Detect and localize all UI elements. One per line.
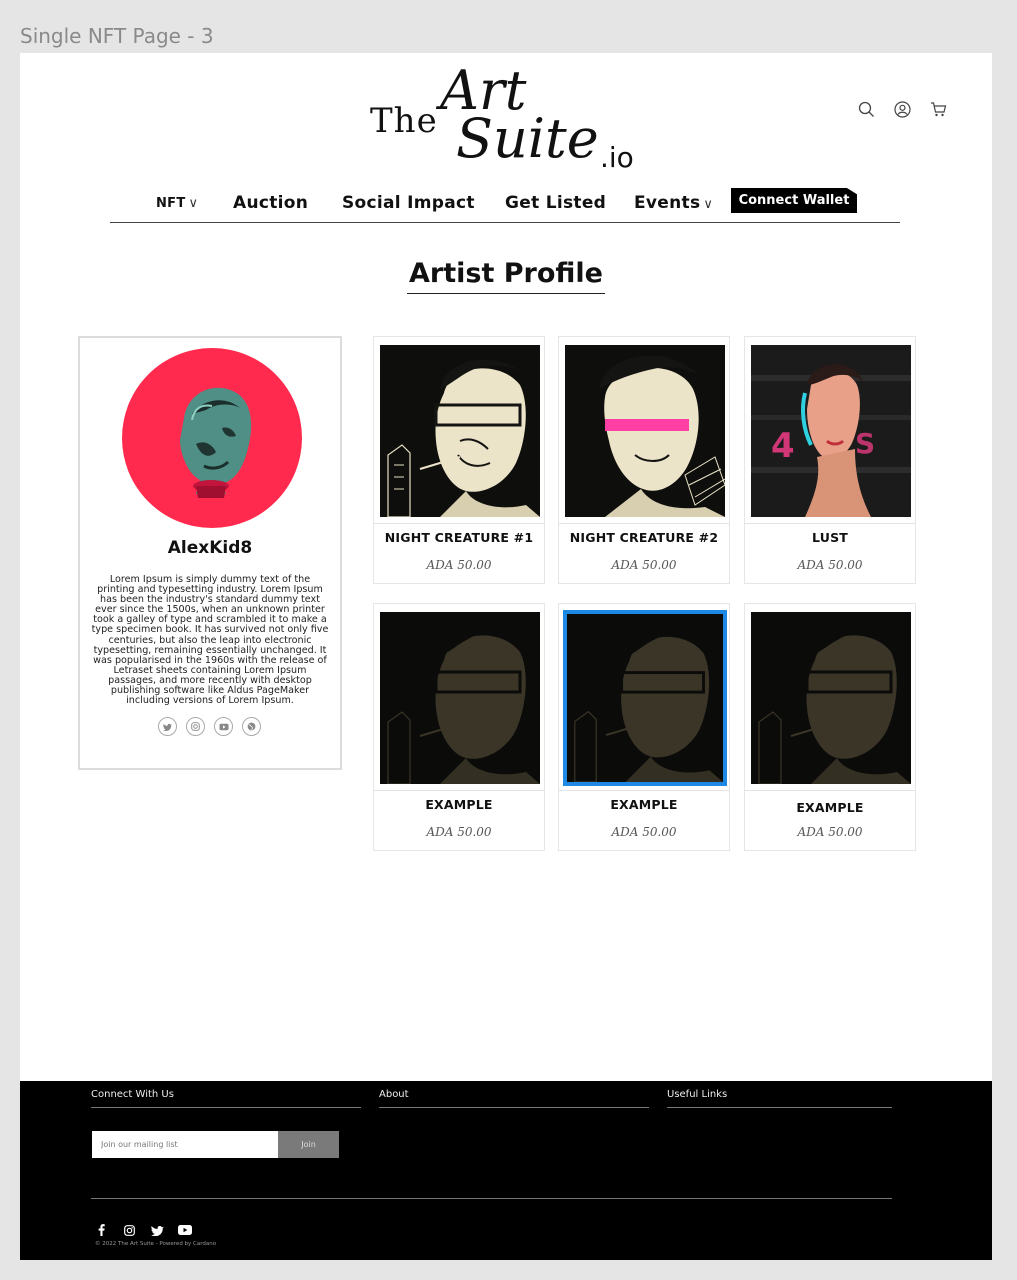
page-title: Artist Profile <box>20 258 992 294</box>
footer-heading-connect: Connect With Us <box>91 1089 361 1108</box>
footer-heading-about[interactable]: About <box>379 1089 649 1108</box>
logo-io: .io <box>600 141 634 174</box>
chevron-down-icon: ∨ <box>703 197 714 212</box>
nft-title: EXAMPLE <box>796 800 864 815</box>
youtube-icon[interactable] <box>214 717 233 736</box>
search-icon[interactable] <box>856 99 876 119</box>
nav-item-get-listed[interactable]: Get Listed <box>505 193 606 213</box>
nft-title: EXAMPLE <box>610 797 678 812</box>
twitter-icon[interactable] <box>150 1223 164 1237</box>
nft-title: EXAMPLE <box>425 797 493 812</box>
footer-socials <box>94 1223 192 1237</box>
nft-title: NIGHT CREATURE #2 <box>569 530 719 545</box>
svg-text:S: S <box>855 427 875 460</box>
footer-heading-useful-links[interactable]: Useful Links <box>667 1089 892 1108</box>
card-divider <box>559 523 729 524</box>
join-button[interactable]: Join <box>278 1131 339 1158</box>
nft-title: LUST <box>812 530 848 545</box>
page: The Art Suite .io NFT ∨ Auction Social Im… <box>20 53 992 1260</box>
page-title-text: Artist Profile <box>407 258 605 294</box>
nft-title: NIGHT CREATURE #1 <box>384 530 534 545</box>
globe-icon[interactable] <box>242 717 261 736</box>
main-nav: NFT ∨ Auction Social Impact Get Listed Ev… <box>110 187 900 223</box>
footer: Connect With Us About Useful Links Join … <box>20 1081 992 1260</box>
card-divider <box>745 790 915 791</box>
cart-icon[interactable] <box>928 99 948 119</box>
connect-wallet-button[interactable]: Connect Wallet <box>731 188 857 213</box>
nft-card[interactable]: EXAMPLE ADA 50.00 <box>744 603 916 851</box>
nav-label: Events <box>634 193 701 213</box>
artist-bio: Lorem Ipsum is simply dummy text of the … <box>91 574 329 707</box>
svg-text:4: 4 <box>771 426 795 466</box>
nft-card[interactable]: NIGHT CREATURE #1 ADA 50.00 <box>373 336 545 584</box>
nft-image[interactable] <box>751 612 911 784</box>
facebook-icon[interactable] <box>94 1223 108 1237</box>
nav-label: Get Listed <box>505 193 607 213</box>
nft-card[interactable]: 4 S LUST ADA 50.00 <box>744 336 916 584</box>
artist-profile-card: AlexKid8 Lorem Ipsum is simply dummy tex… <box>78 336 342 770</box>
nav-label: Auction <box>233 193 309 213</box>
logo-the: The <box>370 101 438 141</box>
logo-suite: Suite <box>456 107 599 170</box>
nav-label: NFT <box>156 196 186 211</box>
twitter-icon[interactable] <box>158 717 177 736</box>
instagram-icon[interactable] <box>186 717 205 736</box>
chevron-down-icon: ∨ <box>188 196 199 211</box>
nft-card[interactable]: NIGHT CREATURE #2 ADA 50.00 <box>558 336 730 584</box>
card-divider <box>374 790 544 791</box>
nft-image[interactable] <box>565 345 725 517</box>
nav-item-nft[interactable]: NFT ∨ <box>156 196 198 211</box>
nft-price: ADA 50.00 <box>611 825 677 839</box>
avatar <box>122 348 302 528</box>
site-logo[interactable]: The Art Suite .io <box>370 59 650 174</box>
instagram-icon[interactable] <box>122 1223 136 1237</box>
nav-item-events[interactable]: Events ∨ <box>634 193 713 213</box>
nft-card[interactable]: EXAMPLE ADA 50.00 <box>373 603 545 851</box>
copyright: © 2022 The Art Suite - Powered by Cardan… <box>95 1241 217 1247</box>
card-divider <box>374 523 544 524</box>
frame-label: Single NFT Page - 3 <box>20 24 214 48</box>
nav-item-social-impact[interactable]: Social Impact <box>342 193 475 213</box>
nft-price: ADA 50.00 <box>611 558 677 572</box>
footer-divider <box>91 1198 892 1199</box>
card-divider <box>559 790 729 791</box>
header-icons <box>856 99 948 119</box>
nft-card-selected[interactable]: EXAMPLE ADA 50.00 <box>558 603 730 851</box>
youtube-icon[interactable] <box>178 1223 192 1237</box>
nft-image[interactable] <box>380 345 540 517</box>
nft-price: ADA 50.00 <box>426 825 492 839</box>
nft-price: ADA 50.00 <box>797 558 863 572</box>
nav-item-auction[interactable]: Auction <box>233 193 308 213</box>
nft-image[interactable] <box>563 610 727 786</box>
user-icon[interactable] <box>892 99 912 119</box>
artist-name: AlexKid8 <box>167 538 253 558</box>
nft-price: ADA 50.00 <box>426 558 492 572</box>
mailing-list-input[interactable] <box>92 1131 278 1158</box>
card-divider <box>745 523 915 524</box>
nft-image[interactable]: 4 S <box>751 345 911 517</box>
nav-label: Social Impact <box>342 193 475 213</box>
nft-price: ADA 50.00 <box>797 825 863 839</box>
artist-socials <box>158 717 261 736</box>
nft-image[interactable] <box>380 612 540 784</box>
